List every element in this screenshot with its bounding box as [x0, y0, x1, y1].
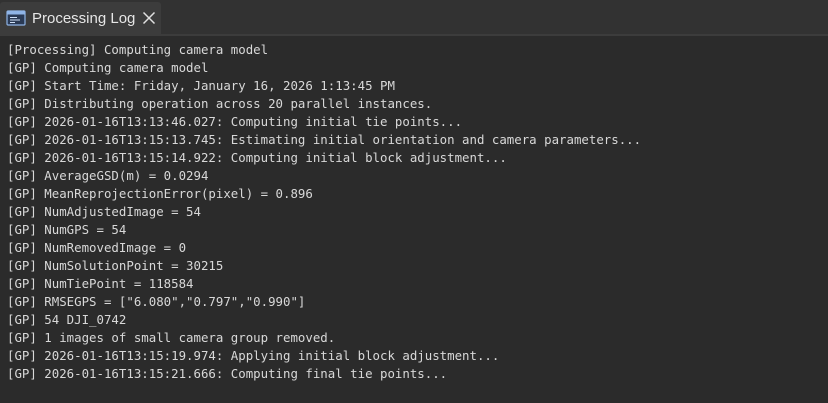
log-line: [GP] Start Time: Friday, January 16, 202…: [7, 78, 395, 93]
log-output-area[interactable]: [Processing] Computing camera model [GP]…: [0, 36, 828, 403]
log-line: [GP] Distributing operation across 20 pa…: [7, 96, 433, 111]
tab-bar: Processing Log: [0, 0, 828, 34]
log-line: [Processing] Computing camera model: [7, 42, 269, 57]
log-line: [GP] RMSEGPS = ["6.080","0.797","0.990"]: [7, 294, 306, 309]
log-line: [GP] Computing camera model: [7, 60, 209, 75]
log-line: [GP] 2026-01-16T13:15:14.922: Computing …: [7, 150, 507, 165]
log-line: [GP] NumGPS = 54: [7, 222, 127, 237]
close-icon[interactable]: [141, 10, 157, 26]
log-line: [GP] NumRemovedImage = 0: [7, 240, 187, 255]
log-line: [GP] NumAdjustedImage = 54: [7, 204, 201, 219]
log-line: [GP] 54 DJI_0742: [7, 312, 127, 327]
processing-log-window: Processing Log [Processing] Computing ca…: [0, 0, 828, 403]
log-line: [GP] 2026-01-16T13:13:46.027: Computing …: [7, 114, 463, 129]
log-lines: [Processing] Computing camera model [GP]…: [7, 41, 641, 383]
log-line: [GP] 1 images of small camera group remo…: [7, 330, 336, 345]
tab-processing-log[interactable]: Processing Log: [0, 2, 161, 34]
log-line: [GP] 2026-01-16T13:15:13.745: Estimating…: [7, 132, 642, 147]
tab-title: Processing Log: [32, 9, 136, 27]
log-line: [GP] 2026-01-16T13:15:21.666: Computing …: [7, 366, 448, 381]
log-line: [GP] NumSolutionPoint = 30215: [7, 258, 224, 273]
log-line: [GP] MeanReprojectionError(pixel) = 0.89…: [7, 186, 313, 201]
console-window-icon: [6, 10, 26, 26]
log-line: [GP] 2026-01-16T13:15:19.974: Applying i…: [7, 348, 500, 363]
log-line: [GP] NumTiePoint = 118584: [7, 276, 194, 291]
log-line: [GP] AverageGSD(m) = 0.0294: [7, 168, 209, 183]
